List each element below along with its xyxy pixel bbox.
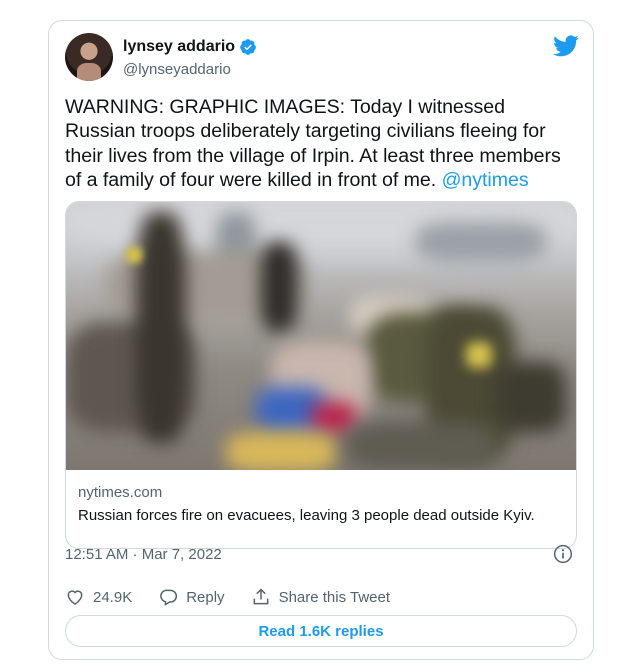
link-preview-card[interactable]: nytimes.com Russian forces fire on evacu… (65, 201, 577, 549)
timestamp[interactable]: 12:51 AM · Mar 7, 2022 (65, 546, 222, 563)
mention-link[interactable]: @nytimes (442, 169, 529, 191)
reply-icon (160, 589, 178, 606)
link-domain: nytimes.com (78, 484, 163, 501)
reply-label: Reply (186, 588, 225, 606)
like-count: 24.9K (93, 588, 133, 606)
twitter-bird-icon[interactable] (553, 35, 579, 57)
blurred-photo[interactable] (66, 202, 576, 470)
verified-badge-icon (240, 39, 256, 55)
like-button[interactable]: 24.9K (65, 587, 132, 607)
avatar[interactable] (65, 33, 113, 81)
share-button[interactable]: Share this Tweet (251, 587, 390, 607)
heart-icon (67, 590, 83, 605)
link-title: Russian forces fire on evacuees, leaving… (78, 507, 535, 524)
info-icon[interactable] (553, 544, 573, 564)
author-handle[interactable]: @lynseyaddario (123, 61, 231, 78)
tweet-text: WARNING: GRAPHIC IMAGES: Today I witness… (65, 95, 577, 192)
share-label: Share this Tweet (278, 588, 391, 606)
reply-button[interactable]: Reply (158, 587, 225, 607)
display-name[interactable]: lynsey addario (123, 38, 235, 56)
read-replies-button[interactable]: Read 1.6K replies (65, 615, 577, 647)
share-icon (253, 588, 268, 605)
action-bar: 24.9K Reply Share this Tweet (65, 587, 416, 607)
tweet-card: lynsey addario @lynseyaddario WARNING: G… (48, 20, 594, 660)
author-name-row[interactable]: lynsey addario (123, 38, 257, 56)
